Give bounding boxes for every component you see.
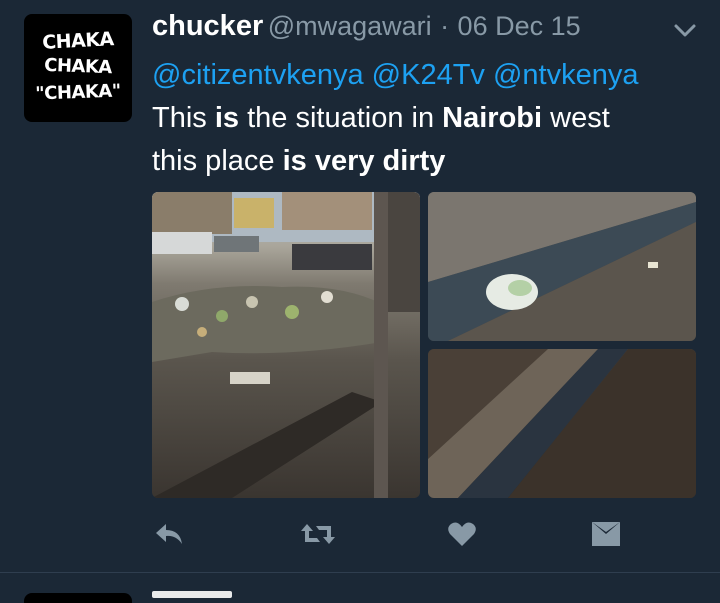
garbage-street-photo[interactable] bbox=[152, 192, 420, 498]
tweet[interactable]: CHAKA CHAKA "CHAKA" chucker @mwagawari ·… bbox=[0, 0, 720, 572]
photo-illustration bbox=[428, 192, 696, 341]
mentions-line: @citizentvkenya @K24Tv @ntvkenya bbox=[152, 54, 712, 97]
tweet-date[interactable]: 06 Dec 15 bbox=[458, 11, 581, 41]
tweet-actions bbox=[152, 514, 632, 554]
tweet-header: chucker @mwagawari · 06 Dec 15 bbox=[152, 10, 581, 46]
chevron-down-icon[interactable] bbox=[672, 20, 698, 40]
text-line: this place is very dirty bbox=[152, 145, 446, 177]
text-line: This is the situation in Nairobi west bbox=[152, 102, 610, 134]
avatar-logo-text: CHAKA CHAKA "CHAKA" bbox=[34, 28, 121, 105]
mention-link[interactable]: @citizentvkenya bbox=[152, 59, 364, 91]
avatar bbox=[24, 593, 132, 603]
next-tweet-peek bbox=[0, 573, 720, 603]
tweet-text: @citizentvkenya @K24Tv @ntvkenya This is… bbox=[152, 54, 712, 183]
retweet-icon[interactable] bbox=[300, 520, 336, 548]
heart-icon[interactable] bbox=[446, 520, 478, 548]
display-name[interactable]: chucker bbox=[152, 10, 263, 42]
user-handle[interactable]: @mwagawari bbox=[268, 11, 432, 41]
photo-illustration bbox=[428, 349, 696, 498]
display-name bbox=[152, 591, 232, 598]
media-grid bbox=[152, 192, 696, 498]
mention-link[interactable]: @K24Tv bbox=[372, 59, 485, 91]
reply-icon[interactable] bbox=[152, 520, 184, 548]
drain-ditch-photo[interactable] bbox=[428, 349, 696, 498]
photo-illustration bbox=[152, 192, 420, 498]
drain-plastic-bag-photo[interactable] bbox=[428, 192, 696, 341]
mention-link[interactable]: @ntvkenya bbox=[493, 59, 639, 91]
avatar[interactable]: CHAKA CHAKA "CHAKA" bbox=[24, 14, 132, 122]
envelope-icon[interactable] bbox=[590, 520, 622, 548]
separator: · bbox=[440, 11, 450, 41]
